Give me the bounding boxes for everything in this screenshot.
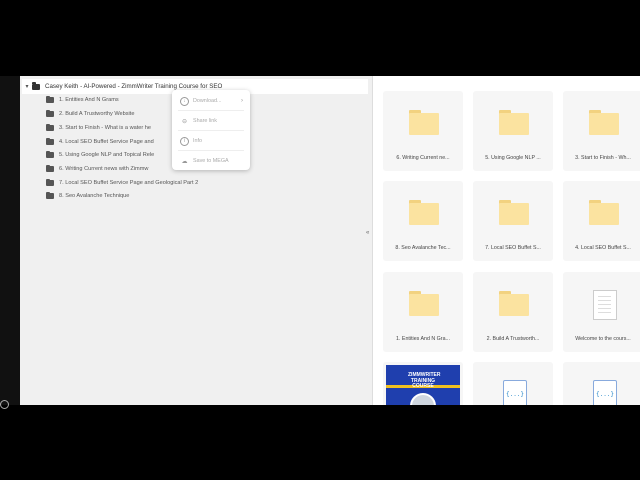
card-label: 5. Using Google NLP ... — [485, 155, 541, 161]
tree-item-label: 8. Seo Avalanche Technique — [59, 193, 130, 199]
tree-item[interactable]: 5. Using Google NLP and Topical Rele — [46, 149, 154, 161]
card-label: Welcome to the cours... — [575, 336, 631, 342]
chevron-down-icon[interactable]: ▾ — [22, 83, 32, 90]
left-sidebar-strip — [0, 76, 20, 405]
folder-tree-panel: ▾ Casey Keith - AI-Powered - ZimmWriter … — [20, 76, 372, 405]
grid-card-image[interactable]: ZIMMWRITER TRAINING COURSE — [383, 362, 463, 405]
card-label: 8. Seo Avalanche Tec... — [395, 245, 451, 251]
tree-item[interactable]: 2. Build A Trustworthy Website — [46, 108, 134, 120]
avatar — [410, 393, 436, 405]
tree-item-label: 3. Start to Finish - What is a water he — [59, 125, 152, 131]
tree-root-label: Casey Keith - AI-Powered - ZimmWriter Tr… — [45, 83, 223, 90]
tree-item-label: 4. Local SEO Buffet Service Page and — [59, 139, 154, 145]
grid-card-folder[interactable]: 7. Local SEO Buffet S... — [473, 181, 553, 261]
menu-item-download[interactable]: ↓ Download... › — [172, 92, 250, 110]
grid-card-json[interactable]: {...} — [563, 362, 640, 405]
grid-card-folder[interactable]: 4. Local SEO Buffet S... — [563, 181, 640, 261]
tree-item[interactable]: 1. Entities And N Grams — [46, 94, 119, 106]
menu-divider — [178, 150, 244, 151]
grid-card-folder[interactable]: 8. Seo Avalanche Tec... — [383, 181, 463, 261]
tree-item-label: 2. Build A Trustworthy Website — [59, 111, 135, 117]
cloud-icon: ☁ — [181, 158, 188, 165]
card-label: 3. Start to Finish - Wh... — [575, 155, 631, 161]
info-icon: i — [180, 136, 189, 146]
card-label: 6. Writing Current ne... — [396, 155, 450, 161]
grid-card-folder[interactable]: 6. Writing Current ne... — [383, 91, 463, 171]
grid-card-document[interactable]: Welcome to the cours... — [563, 272, 640, 352]
tree-item-label: 6. Writing Current news with Zimmw — [59, 166, 149, 172]
link-icon: ⊖ — [181, 118, 188, 125]
settings-icon[interactable] — [0, 400, 9, 409]
download-icon: ↓ — [180, 96, 189, 106]
menu-item-info[interactable]: i Info — [172, 132, 250, 150]
menu-divider — [178, 130, 244, 131]
folder-icon — [46, 123, 54, 131]
folder-icon — [46, 150, 54, 158]
context-menu: ↓ Download... › ⊖ Share link i Info ☁ Sa… — [172, 90, 250, 170]
folder-icon — [499, 110, 529, 135]
json-file-icon: {...} — [593, 380, 617, 405]
card-label: 4. Local SEO Buffet S... — [575, 245, 631, 251]
tree-item[interactable]: 3. Start to Finish - What is a water he — [46, 122, 151, 134]
folder-icon — [46, 95, 54, 103]
folder-icon — [46, 178, 54, 186]
folder-icon — [499, 200, 529, 225]
folder-icon — [589, 110, 619, 135]
grid-card-folder[interactable]: 5. Using Google NLP ... — [473, 91, 553, 171]
json-file-icon: {...} — [503, 380, 527, 405]
grid-card-folder[interactable]: 1. Entities And N Gra... — [383, 272, 463, 352]
tree-item[interactable]: 4. Local SEO Buffet Service Page and — [46, 136, 154, 148]
folder-icon — [46, 137, 54, 145]
file-grid: 6. Writing Current ne... 5. Using Google… — [383, 76, 640, 405]
panel-divider[interactable] — [372, 76, 373, 405]
folder-icon — [409, 110, 439, 135]
tree-item[interactable]: 7. Local SEO Buffet Service Page and Geo… — [46, 177, 198, 189]
folder-icon — [46, 191, 54, 199]
folder-icon — [499, 291, 529, 316]
chevron-right-icon: › — [241, 98, 243, 104]
menu-item-share-link[interactable]: ⊖ Share link — [172, 112, 250, 130]
tree-item-label: 5. Using Google NLP and Topical Rele — [59, 152, 155, 158]
menu-item-save-to-mega[interactable]: ☁ Save to MEGA — [172, 152, 250, 170]
file-manager: ▾ Casey Keith - AI-Powered - ZimmWriter … — [20, 76, 640, 405]
tree-item[interactable]: 8. Seo Avalanche Technique — [46, 190, 129, 202]
grid-card-folder[interactable]: 2. Build A Trustworth... — [473, 272, 553, 352]
thumbnail-text: ZIMMWRITER TRAINING COURSE — [408, 372, 441, 389]
folder-open-icon — [32, 82, 40, 90]
card-label: 7. Local SEO Buffet S... — [485, 245, 541, 251]
image-thumbnail: ZIMMWRITER TRAINING COURSE — [386, 365, 460, 405]
card-label: 2. Build A Trustworth... — [486, 336, 540, 342]
tree-item[interactable]: 6. Writing Current news with Zimmw — [46, 163, 148, 175]
tree-item-label: 7. Local SEO Buffet Service Page and Geo… — [59, 180, 199, 186]
folder-icon — [46, 109, 54, 117]
folder-icon — [409, 291, 439, 316]
card-label: 1. Entities And N Gra... — [396, 336, 450, 342]
tree-item-label: 1. Entities And N Grams — [59, 97, 119, 103]
document-icon — [593, 290, 617, 320]
folder-icon — [409, 200, 439, 225]
collapse-panel-icon[interactable]: « — [366, 230, 369, 236]
grid-card-json[interactable]: {...} — [473, 362, 553, 405]
folder-icon — [46, 164, 54, 172]
menu-divider — [178, 110, 244, 111]
folder-icon — [589, 200, 619, 225]
grid-card-folder[interactable]: 3. Start to Finish - Wh... — [563, 91, 640, 171]
